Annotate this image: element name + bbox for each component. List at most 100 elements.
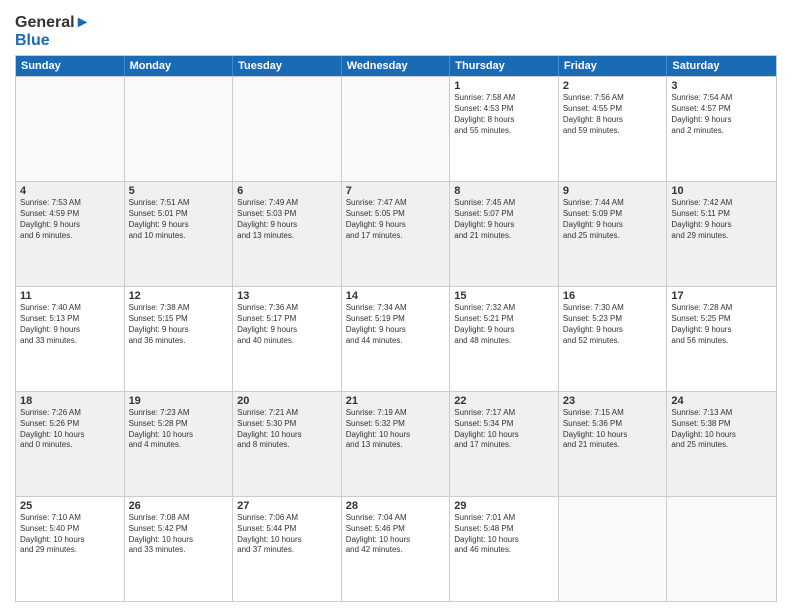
cell-info: Sunrise: 7:51 AMSunset: 5:01 PMDaylight:… bbox=[129, 198, 229, 241]
day-number: 24 bbox=[671, 395, 772, 407]
header-cell-tuesday: Tuesday bbox=[233, 56, 342, 76]
cell-info: Sunrise: 7:30 AMSunset: 5:23 PMDaylight:… bbox=[563, 303, 663, 346]
cal-cell: 11Sunrise: 7:40 AMSunset: 5:13 PMDayligh… bbox=[16, 287, 125, 391]
header-cell-wednesday: Wednesday bbox=[342, 56, 451, 76]
cal-cell: 2Sunrise: 7:56 AMSunset: 4:55 PMDaylight… bbox=[559, 77, 668, 181]
day-number: 23 bbox=[563, 395, 663, 407]
cal-row-0: 1Sunrise: 7:58 AMSunset: 4:53 PMDaylight… bbox=[16, 76, 776, 181]
cell-info: Sunrise: 7:06 AMSunset: 5:44 PMDaylight:… bbox=[237, 513, 337, 556]
day-number: 20 bbox=[237, 395, 337, 407]
cal-cell: 7Sunrise: 7:47 AMSunset: 5:05 PMDaylight… bbox=[342, 182, 451, 286]
calendar-header: SundayMondayTuesdayWednesdayThursdayFrid… bbox=[16, 56, 776, 76]
cal-cell: 4Sunrise: 7:53 AMSunset: 4:59 PMDaylight… bbox=[16, 182, 125, 286]
cal-cell: 6Sunrise: 7:49 AMSunset: 5:03 PMDaylight… bbox=[233, 182, 342, 286]
cal-row-3: 18Sunrise: 7:26 AMSunset: 5:26 PMDayligh… bbox=[16, 391, 776, 496]
day-number: 28 bbox=[346, 500, 446, 512]
cal-cell: 12Sunrise: 7:38 AMSunset: 5:15 PMDayligh… bbox=[125, 287, 234, 391]
day-number: 13 bbox=[237, 290, 337, 302]
cal-cell: 28Sunrise: 7:04 AMSunset: 5:46 PMDayligh… bbox=[342, 497, 451, 601]
cell-info: Sunrise: 7:17 AMSunset: 5:34 PMDaylight:… bbox=[454, 408, 554, 451]
cal-cell: 27Sunrise: 7:06 AMSunset: 5:44 PMDayligh… bbox=[233, 497, 342, 601]
day-number: 18 bbox=[20, 395, 120, 407]
day-number: 16 bbox=[563, 290, 663, 302]
cell-info: Sunrise: 7:08 AMSunset: 5:42 PMDaylight:… bbox=[129, 513, 229, 556]
day-number: 8 bbox=[454, 185, 554, 197]
cal-cell: 23Sunrise: 7:15 AMSunset: 5:36 PMDayligh… bbox=[559, 392, 668, 496]
day-number: 11 bbox=[20, 290, 120, 302]
day-number: 6 bbox=[237, 185, 337, 197]
cal-cell: 29Sunrise: 7:01 AMSunset: 5:48 PMDayligh… bbox=[450, 497, 559, 601]
cell-info: Sunrise: 7:15 AMSunset: 5:36 PMDaylight:… bbox=[563, 408, 663, 451]
cell-info: Sunrise: 7:38 AMSunset: 5:15 PMDaylight:… bbox=[129, 303, 229, 346]
cal-cell: 1Sunrise: 7:58 AMSunset: 4:53 PMDaylight… bbox=[450, 77, 559, 181]
day-number: 27 bbox=[237, 500, 337, 512]
day-number: 4 bbox=[20, 185, 120, 197]
day-number: 2 bbox=[563, 80, 663, 92]
calendar-body: 1Sunrise: 7:58 AMSunset: 4:53 PMDaylight… bbox=[16, 76, 776, 601]
day-number: 14 bbox=[346, 290, 446, 302]
cal-cell: 16Sunrise: 7:30 AMSunset: 5:23 PMDayligh… bbox=[559, 287, 668, 391]
cal-row-1: 4Sunrise: 7:53 AMSunset: 4:59 PMDaylight… bbox=[16, 181, 776, 286]
cal-cell: 19Sunrise: 7:23 AMSunset: 5:28 PMDayligh… bbox=[125, 392, 234, 496]
day-number: 1 bbox=[454, 80, 554, 92]
day-number: 9 bbox=[563, 185, 663, 197]
cell-info: Sunrise: 7:21 AMSunset: 5:30 PMDaylight:… bbox=[237, 408, 337, 451]
page: General► Blue SundayMondayTuesdayWednesd… bbox=[0, 0, 792, 612]
calendar: SundayMondayTuesdayWednesdayThursdayFrid… bbox=[15, 55, 777, 602]
day-number: 29 bbox=[454, 500, 554, 512]
cal-cell bbox=[16, 77, 125, 181]
cal-cell bbox=[559, 497, 668, 601]
cell-info: Sunrise: 7:01 AMSunset: 5:48 PMDaylight:… bbox=[454, 513, 554, 556]
day-number: 12 bbox=[129, 290, 229, 302]
header-cell-sunday: Sunday bbox=[16, 56, 125, 76]
cell-info: Sunrise: 7:10 AMSunset: 5:40 PMDaylight:… bbox=[20, 513, 120, 556]
cal-cell: 13Sunrise: 7:36 AMSunset: 5:17 PMDayligh… bbox=[233, 287, 342, 391]
cal-cell: 25Sunrise: 7:10 AMSunset: 5:40 PMDayligh… bbox=[16, 497, 125, 601]
day-number: 26 bbox=[129, 500, 229, 512]
cell-info: Sunrise: 7:54 AMSunset: 4:57 PMDaylight:… bbox=[671, 93, 772, 136]
logo: General► Blue bbox=[15, 14, 90, 49]
cell-info: Sunrise: 7:34 AMSunset: 5:19 PMDaylight:… bbox=[346, 303, 446, 346]
day-number: 22 bbox=[454, 395, 554, 407]
cal-cell: 15Sunrise: 7:32 AMSunset: 5:21 PMDayligh… bbox=[450, 287, 559, 391]
cal-cell bbox=[667, 497, 776, 601]
header-cell-thursday: Thursday bbox=[450, 56, 559, 76]
day-number: 15 bbox=[454, 290, 554, 302]
cell-info: Sunrise: 7:26 AMSunset: 5:26 PMDaylight:… bbox=[20, 408, 120, 451]
cal-row-4: 25Sunrise: 7:10 AMSunset: 5:40 PMDayligh… bbox=[16, 496, 776, 601]
cal-cell: 8Sunrise: 7:45 AMSunset: 5:07 PMDaylight… bbox=[450, 182, 559, 286]
cell-info: Sunrise: 7:45 AMSunset: 5:07 PMDaylight:… bbox=[454, 198, 554, 241]
day-number: 17 bbox=[671, 290, 772, 302]
cell-info: Sunrise: 7:42 AMSunset: 5:11 PMDaylight:… bbox=[671, 198, 772, 241]
cell-info: Sunrise: 7:58 AMSunset: 4:53 PMDaylight:… bbox=[454, 93, 554, 136]
cal-cell: 18Sunrise: 7:26 AMSunset: 5:26 PMDayligh… bbox=[16, 392, 125, 496]
cal-cell: 10Sunrise: 7:42 AMSunset: 5:11 PMDayligh… bbox=[667, 182, 776, 286]
cal-row-2: 11Sunrise: 7:40 AMSunset: 5:13 PMDayligh… bbox=[16, 286, 776, 391]
cal-cell: 14Sunrise: 7:34 AMSunset: 5:19 PMDayligh… bbox=[342, 287, 451, 391]
cal-cell bbox=[125, 77, 234, 181]
day-number: 3 bbox=[671, 80, 772, 92]
day-number: 10 bbox=[671, 185, 772, 197]
cell-info: Sunrise: 7:40 AMSunset: 5:13 PMDaylight:… bbox=[20, 303, 120, 346]
cal-cell bbox=[342, 77, 451, 181]
cell-info: Sunrise: 7:19 AMSunset: 5:32 PMDaylight:… bbox=[346, 408, 446, 451]
cell-info: Sunrise: 7:56 AMSunset: 4:55 PMDaylight:… bbox=[563, 93, 663, 136]
cal-cell: 21Sunrise: 7:19 AMSunset: 5:32 PMDayligh… bbox=[342, 392, 451, 496]
cal-cell: 20Sunrise: 7:21 AMSunset: 5:30 PMDayligh… bbox=[233, 392, 342, 496]
cell-info: Sunrise: 7:28 AMSunset: 5:25 PMDaylight:… bbox=[671, 303, 772, 346]
cell-info: Sunrise: 7:53 AMSunset: 4:59 PMDaylight:… bbox=[20, 198, 120, 241]
day-number: 7 bbox=[346, 185, 446, 197]
cal-cell: 24Sunrise: 7:13 AMSunset: 5:38 PMDayligh… bbox=[667, 392, 776, 496]
cell-info: Sunrise: 7:36 AMSunset: 5:17 PMDaylight:… bbox=[237, 303, 337, 346]
cell-info: Sunrise: 7:13 AMSunset: 5:38 PMDaylight:… bbox=[671, 408, 772, 451]
cell-info: Sunrise: 7:49 AMSunset: 5:03 PMDaylight:… bbox=[237, 198, 337, 241]
logo-line2: Blue bbox=[15, 32, 90, 50]
day-number: 5 bbox=[129, 185, 229, 197]
cal-cell: 22Sunrise: 7:17 AMSunset: 5:34 PMDayligh… bbox=[450, 392, 559, 496]
cal-cell: 3Sunrise: 7:54 AMSunset: 4:57 PMDaylight… bbox=[667, 77, 776, 181]
cal-cell: 5Sunrise: 7:51 AMSunset: 5:01 PMDaylight… bbox=[125, 182, 234, 286]
cal-cell bbox=[233, 77, 342, 181]
cal-cell: 17Sunrise: 7:28 AMSunset: 5:25 PMDayligh… bbox=[667, 287, 776, 391]
day-number: 25 bbox=[20, 500, 120, 512]
day-number: 19 bbox=[129, 395, 229, 407]
